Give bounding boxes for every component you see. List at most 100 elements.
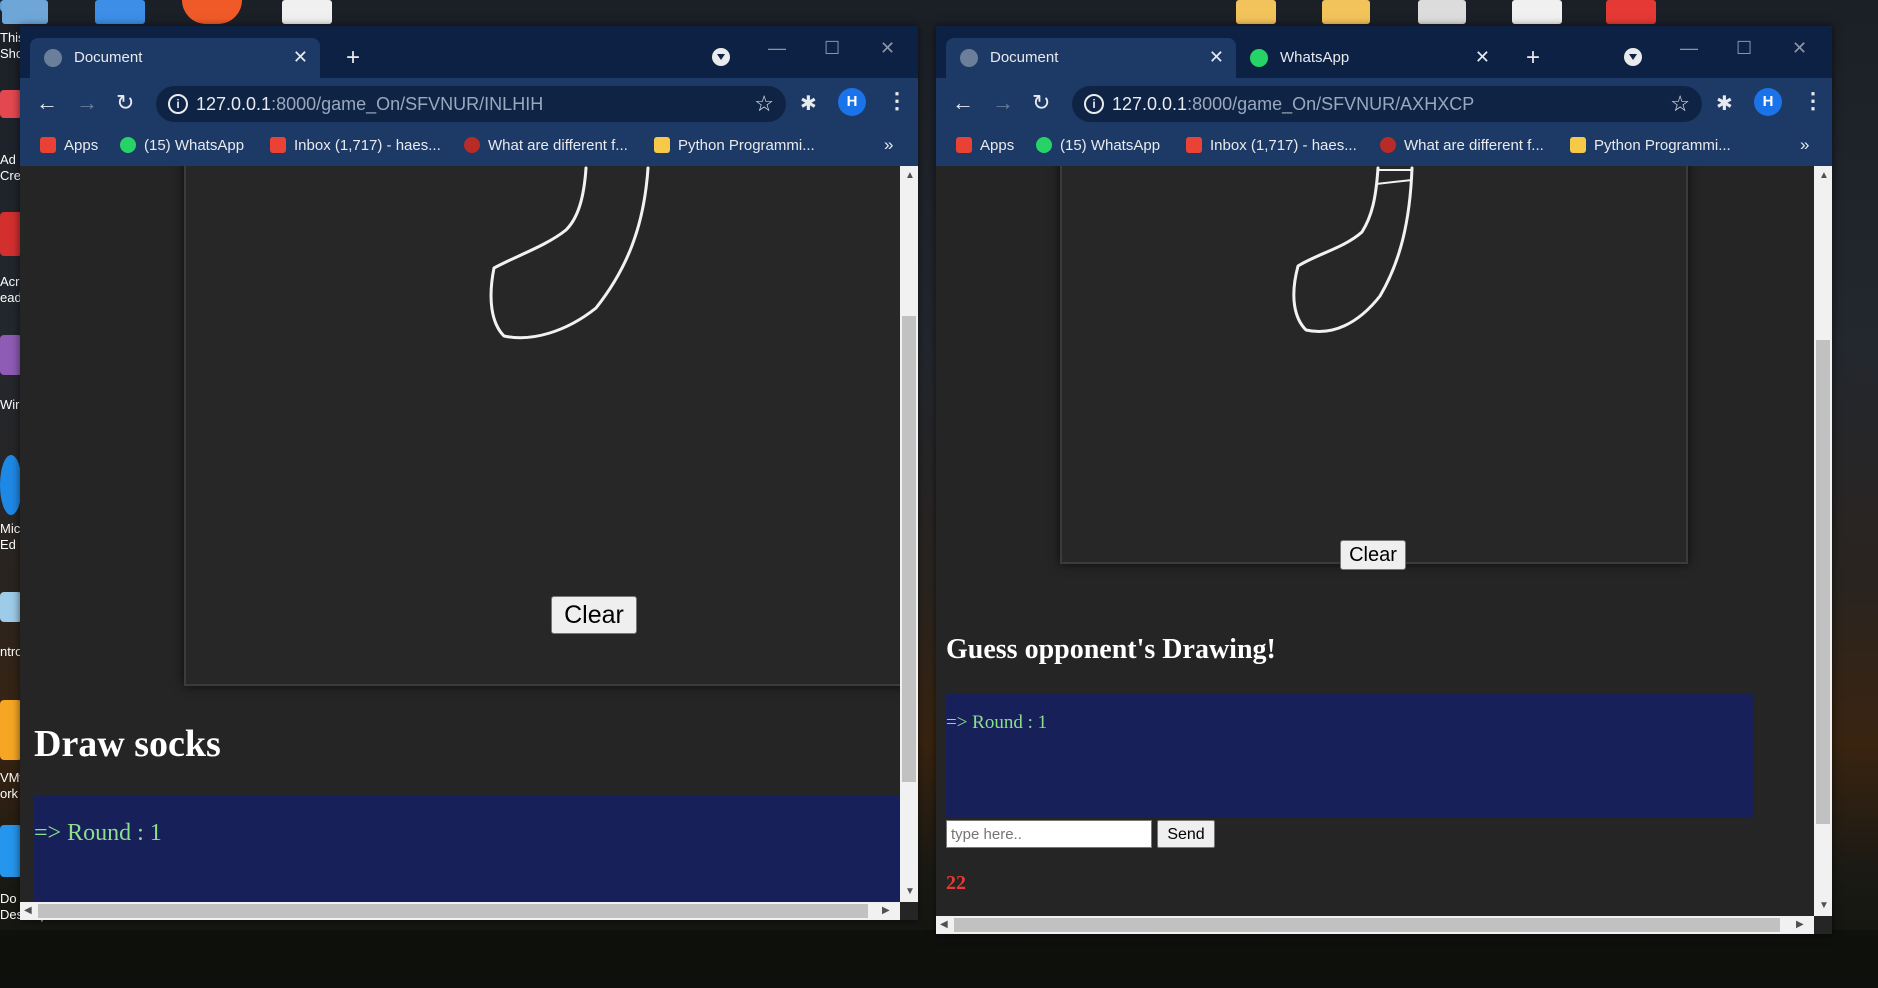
pdf-file-icon[interactable] xyxy=(1606,0,1656,24)
browser-window-left: Document ✕ + — ☐ ✕ ← → ↻ i 127.0.0.1:800… xyxy=(20,26,918,920)
forward-arrow-icon[interactable]: → xyxy=(76,90,98,116)
tab-strip: Document ✕ + — ☐ ✕ xyxy=(20,26,918,78)
clear-button[interactable]: Clear xyxy=(551,596,637,634)
scroll-down-arrow-icon[interactable]: ▼ xyxy=(1819,900,1829,911)
close-tab-icon[interactable]: ✕ xyxy=(1209,47,1224,68)
new-tab-button[interactable]: + xyxy=(346,44,360,72)
send-button[interactable]: Send xyxy=(1157,820,1215,848)
scrollbar-thumb[interactable] xyxy=(38,904,868,918)
desktop-shortcut-icon[interactable] xyxy=(95,0,145,24)
draw-prompt-heading: Draw socks xyxy=(34,723,221,765)
bookmarks-overflow-icon[interactable]: » xyxy=(1800,135,1809,155)
scroll-right-arrow-icon[interactable]: ▶ xyxy=(1796,919,1804,930)
docker-icon xyxy=(0,825,22,877)
maximize-icon[interactable]: ☐ xyxy=(1736,38,1752,59)
guess-input[interactable] xyxy=(946,820,1152,848)
scroll-up-arrow-icon[interactable]: ▲ xyxy=(905,170,915,181)
extensions-puzzle-icon[interactable]: ✱ xyxy=(1716,91,1733,116)
maximize-icon[interactable]: ☐ xyxy=(824,38,840,59)
horizontal-scrollbar[interactable]: ◀ ▶ xyxy=(936,916,1814,934)
scroll-left-arrow-icon[interactable]: ◀ xyxy=(940,919,948,930)
file-icon[interactable] xyxy=(1512,0,1562,24)
bookmark-label: Apps xyxy=(980,137,1015,154)
bookmark-gmail[interactable]: Inbox (1,717) - haes... xyxy=(1186,137,1357,154)
minimize-icon[interactable]: — xyxy=(768,38,786,59)
url-host: 127.0.0.1 xyxy=(1112,94,1188,114)
address-bar[interactable]: i 127.0.0.1:8000/game_On/SFVNUR/INLHIH ☆ xyxy=(156,86,786,122)
bookmark-star-icon[interactable]: ☆ xyxy=(754,91,774,117)
horizontal-scrollbar[interactable]: ◀ ▶ xyxy=(20,902,900,920)
scrollbar-thumb[interactable] xyxy=(1816,340,1830,824)
scrollbar-thumb[interactable] xyxy=(954,918,1780,932)
python-icon xyxy=(654,137,670,153)
bookmark-quora[interactable]: What are different f... xyxy=(464,137,628,154)
minimize-icon[interactable]: — xyxy=(1680,38,1698,59)
file-icon[interactable] xyxy=(1418,0,1466,24)
acrobat-icon xyxy=(0,212,22,256)
scroll-right-arrow-icon[interactable]: ▶ xyxy=(882,905,890,916)
site-info-icon[interactable]: i xyxy=(168,94,188,114)
desktop-icon-label: Wir xyxy=(0,397,20,412)
folder-icon[interactable] xyxy=(1236,0,1276,24)
bookmark-quora[interactable]: What are different f... xyxy=(1380,137,1544,154)
close-tab-icon[interactable]: ✕ xyxy=(1475,47,1490,68)
bookmark-apps[interactable]: Apps xyxy=(956,137,1014,154)
sock-drawing xyxy=(489,166,650,340)
desktop-shortcut-icon[interactable] xyxy=(182,0,242,24)
bookmark-whatsapp[interactable]: (15) WhatsApp xyxy=(120,137,244,154)
bookmark-python[interactable]: Python Programmi... xyxy=(1570,137,1731,154)
close-tab-icon[interactable]: ✕ xyxy=(293,47,308,68)
bookmark-apps[interactable]: Apps xyxy=(40,137,98,154)
bookmark-python[interactable]: Python Programmi... xyxy=(654,137,815,154)
whatsapp-icon xyxy=(120,137,136,153)
scroll-left-arrow-icon[interactable]: ◀ xyxy=(24,905,32,916)
back-arrow-icon[interactable]: ← xyxy=(952,90,974,116)
tab-title: WhatsApp xyxy=(1280,49,1350,66)
drawing-canvas[interactable] xyxy=(184,166,900,686)
scroll-down-arrow-icon[interactable]: ▼ xyxy=(905,886,915,897)
desktop-shortcut-icon[interactable] xyxy=(282,0,332,24)
scroll-up-arrow-icon[interactable]: ▲ xyxy=(1819,170,1829,181)
navigation-toolbar: ← → ↻ i 127.0.0.1:8000/game_On/SFVNUR/AX… xyxy=(936,78,1832,128)
menu-kebab-icon[interactable]: ⋮ xyxy=(886,88,908,114)
bookmark-star-icon[interactable]: ☆ xyxy=(1670,91,1690,117)
profile-avatar[interactable]: H xyxy=(1754,88,1782,116)
folder-icon[interactable] xyxy=(1322,0,1370,24)
tab-document[interactable]: Document ✕ xyxy=(30,38,320,78)
back-arrow-icon[interactable]: ← xyxy=(36,90,58,116)
drawing-canvas[interactable] xyxy=(1060,166,1688,564)
scrollbar-thumb[interactable] xyxy=(902,316,916,782)
profile-avatar[interactable]: H xyxy=(838,88,866,116)
vertical-scrollbar[interactable]: ▲ ▼ xyxy=(900,166,918,902)
whatsapp-icon xyxy=(1250,49,1268,67)
address-bar[interactable]: i 127.0.0.1:8000/game_On/SFVNUR/AXHXCP ☆ xyxy=(1072,86,1702,122)
bookmark-label: (15) WhatsApp xyxy=(1060,137,1161,154)
forward-arrow-icon[interactable]: → xyxy=(992,90,1014,116)
site-info-icon[interactable]: i xyxy=(1084,94,1104,114)
tab-search-icon[interactable] xyxy=(1624,48,1642,66)
close-window-icon[interactable]: ✕ xyxy=(880,38,895,59)
sock-drawing xyxy=(1292,166,1414,333)
new-tab-button[interactable]: + xyxy=(1526,44,1540,72)
tab-whatsapp[interactable]: WhatsApp ✕ xyxy=(1236,38,1502,78)
bookmark-label: (15) WhatsApp xyxy=(144,137,245,154)
bookmark-whatsapp[interactable]: (15) WhatsApp xyxy=(1036,137,1160,154)
chat-log: => Round : 1 xyxy=(946,694,1754,818)
extensions-puzzle-icon[interactable]: ✱ xyxy=(800,91,817,116)
winrar-icon xyxy=(0,335,22,375)
vertical-scrollbar[interactable]: ▲ ▼ xyxy=(1814,166,1832,916)
menu-kebab-icon[interactable]: ⋮ xyxy=(1802,88,1824,114)
close-window-icon[interactable]: ✕ xyxy=(1792,38,1807,59)
tab-search-icon[interactable] xyxy=(712,48,730,66)
url-host: 127.0.0.1 xyxy=(196,94,272,114)
countdown-timer: 22 xyxy=(946,872,966,894)
reload-icon[interactable]: ↻ xyxy=(1032,90,1050,116)
clear-button[interactable]: Clear xyxy=(1340,540,1406,570)
whatsapp-icon xyxy=(1036,137,1052,153)
reload-icon[interactable]: ↻ xyxy=(116,90,134,116)
tab-document[interactable]: Document ✕ xyxy=(946,38,1236,78)
bookmark-gmail[interactable]: Inbox (1,717) - haes... xyxy=(270,137,441,154)
bookmarks-overflow-icon[interactable]: » xyxy=(884,135,893,155)
desktop-shortcut-icon[interactable] xyxy=(2,0,48,24)
url-text: 127.0.0.1:8000/game_On/SFVNUR/INLHIH xyxy=(196,94,543,115)
